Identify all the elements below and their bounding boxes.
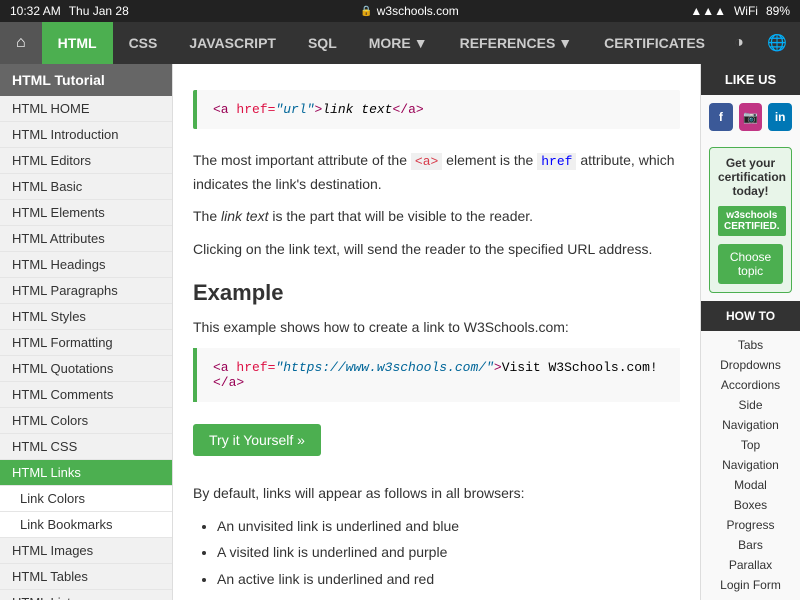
sidebar-subitem-link-colors[interactable]: Link Colors	[0, 486, 172, 512]
how-to-navigation-1[interactable]: Navigation	[701, 415, 800, 435]
how-to-accordions[interactable]: Accordions	[701, 375, 800, 395]
inline-code-href: href	[537, 153, 576, 170]
nav-bar: ⌂ HTML CSS JAVASCRIPT SQL MORE ▼ REFEREN…	[0, 22, 800, 64]
cert-title: Get your certification today!	[718, 156, 783, 198]
code-link-text: link text	[322, 102, 392, 117]
how-to-dropdowns[interactable]: Dropdowns	[701, 355, 800, 375]
paragraph-1: The most important attribute of the <a> …	[193, 149, 680, 195]
how-to-login-form[interactable]: Login Form	[701, 575, 800, 595]
how-to-bars[interactable]: Bars	[701, 535, 800, 555]
how-to-tabs[interactable]: Tabs	[701, 335, 800, 355]
example-description: This example shows how to create a link …	[193, 316, 680, 338]
how-to-boxes[interactable]: Boxes	[701, 495, 800, 515]
globe-icon[interactable]: 🌐	[759, 22, 795, 64]
code2-tag-close: >	[494, 360, 502, 375]
how-to-side[interactable]: Side	[701, 395, 800, 415]
sidebar-item-paragraphs[interactable]: HTML Paragraphs	[0, 278, 172, 304]
paragraph-3: Clicking on the link text, will send the…	[193, 238, 680, 260]
content-area: <a href="url">link text</a> The most imp…	[173, 64, 800, 600]
list-item-visited: A visited link is underlined and purple	[217, 541, 680, 563]
cert-box: Get your certification today! w3schoolsC…	[709, 147, 792, 293]
instagram-icon[interactable]: 📷	[739, 103, 763, 131]
sidebar-item-styles[interactable]: HTML Styles	[0, 304, 172, 330]
contrast-icon[interactable]: ◑	[721, 22, 757, 64]
code-val-url: "url"	[275, 102, 314, 117]
code-attr-href: href=	[236, 102, 275, 117]
sidebar: HTML Tutorial HTML HOME HTML Introductio…	[0, 64, 173, 600]
code2-attr-href: href=	[236, 360, 275, 375]
example-heading: Example	[193, 280, 680, 306]
code2-link-text: Visit W3Schools.com!	[502, 360, 658, 375]
sidebar-item-comments[interactable]: HTML Comments	[0, 382, 172, 408]
status-bar: 10:32 AM Thu Jan 28 🔒 w3schools.com ▲▲▲ …	[0, 0, 800, 22]
paragraph-4: By default, links will appear as follows…	[193, 482, 680, 504]
bullet-list: An unvisited link is underlined and blue…	[217, 515, 680, 590]
inline-code-a: <a>	[411, 153, 442, 170]
nav-home[interactable]: ⌂	[0, 22, 42, 64]
sidebar-item-formatting[interactable]: HTML Formatting	[0, 330, 172, 356]
how-to-modal[interactable]: Modal	[701, 475, 800, 495]
how-to-header: HOW TO	[701, 301, 800, 331]
sidebar-item-lists[interactable]: HTML Lists	[0, 590, 172, 600]
sidebar-title: HTML Tutorial	[0, 64, 172, 96]
sidebar-item-images[interactable]: HTML Images	[0, 538, 172, 564]
how-to-list: Tabs Dropdowns Accordions Side Navigatio…	[701, 331, 800, 599]
day: Thu Jan 28	[69, 4, 129, 18]
sidebar-item-introduction[interactable]: HTML Introduction	[0, 122, 172, 148]
time: 10:32 AM	[10, 4, 61, 18]
sidebar-item-editors[interactable]: HTML Editors	[0, 148, 172, 174]
code-block-1: <a href="url">link text</a>	[193, 90, 680, 129]
nav-tab-html[interactable]: HTML	[42, 22, 113, 64]
sidebar-item-elements[interactable]: HTML Elements	[0, 200, 172, 226]
how-to-parallax[interactable]: Parallax	[701, 555, 800, 575]
sidebar-item-quotations[interactable]: HTML Quotations	[0, 356, 172, 382]
sidebar-item-links[interactable]: HTML Links	[0, 460, 172, 486]
sidebar-item-basic[interactable]: HTML Basic	[0, 174, 172, 200]
main-layout: HTML Tutorial HTML HOME HTML Introductio…	[0, 64, 800, 600]
nav-tab-css[interactable]: CSS	[113, 22, 174, 64]
cert-logo: w3schoolsCERTIFIED.	[718, 206, 786, 236]
signal-icon: ▲▲▲	[690, 4, 726, 18]
italic-link-text: link text	[221, 208, 268, 224]
sidebar-subitem-link-bookmarks[interactable]: Link Bookmarks	[0, 512, 172, 538]
code-block-2: <a href="https://www.w3schools.com/">Vis…	[193, 348, 680, 402]
social-icons: f 📷 in	[701, 95, 800, 139]
nav-tab-references[interactable]: REFERENCES ▼	[444, 22, 589, 64]
url: w3schools.com	[377, 4, 459, 18]
lock-icon: 🔒	[360, 6, 372, 17]
references-chevron-icon: ▼	[558, 35, 572, 51]
nav-tab-sql[interactable]: SQL	[292, 22, 353, 64]
paragraph-2: The link text is the part that will be v…	[193, 205, 680, 227]
choose-topic-button[interactable]: Choose topic	[718, 244, 783, 284]
facebook-icon[interactable]: f	[709, 103, 733, 131]
how-to-progress[interactable]: Progress	[701, 515, 800, 535]
sidebar-item-home[interactable]: HTML HOME	[0, 96, 172, 122]
nav-tab-certificates[interactable]: CERTIFICATES	[588, 22, 721, 64]
nav-tab-more[interactable]: MORE ▼	[353, 22, 444, 64]
like-us-header: LIKE US	[701, 64, 800, 95]
right-sidebar: LIKE US f 📷 in Get your certification to…	[700, 64, 800, 600]
how-to-navigation-2[interactable]: Navigation	[701, 455, 800, 475]
main-content: <a href="url">link text</a> The most imp…	[173, 64, 700, 600]
code2-tag-a-open: <a	[213, 360, 229, 375]
sidebar-item-headings[interactable]: HTML Headings	[0, 252, 172, 278]
code2-tag-a-close: </a>	[213, 375, 244, 390]
list-item-active: An active link is underlined and red	[217, 568, 680, 590]
sidebar-item-attributes[interactable]: HTML Attributes	[0, 226, 172, 252]
sidebar-item-css[interactable]: HTML CSS	[0, 434, 172, 460]
linkedin-icon[interactable]: in	[768, 103, 792, 131]
try-it-yourself-button[interactable]: Try it Yourself »	[193, 424, 321, 456]
battery: 89%	[766, 4, 790, 18]
more-chevron-icon: ▼	[414, 35, 428, 51]
how-to-top[interactable]: Top	[701, 435, 800, 455]
nav-tab-javascript[interactable]: JAVASCRIPT	[173, 22, 292, 64]
code-tag-a-open: <a	[213, 102, 229, 117]
sidebar-item-colors[interactable]: HTML Colors	[0, 408, 172, 434]
list-item-unvisited: An unvisited link is underlined and blue	[217, 515, 680, 537]
code-tag-a-close: </a>	[392, 102, 423, 117]
wifi-icon: WiFi	[734, 4, 758, 18]
sidebar-item-tables[interactable]: HTML Tables	[0, 564, 172, 590]
code2-val-url: "https://www.w3schools.com/"	[275, 360, 493, 375]
